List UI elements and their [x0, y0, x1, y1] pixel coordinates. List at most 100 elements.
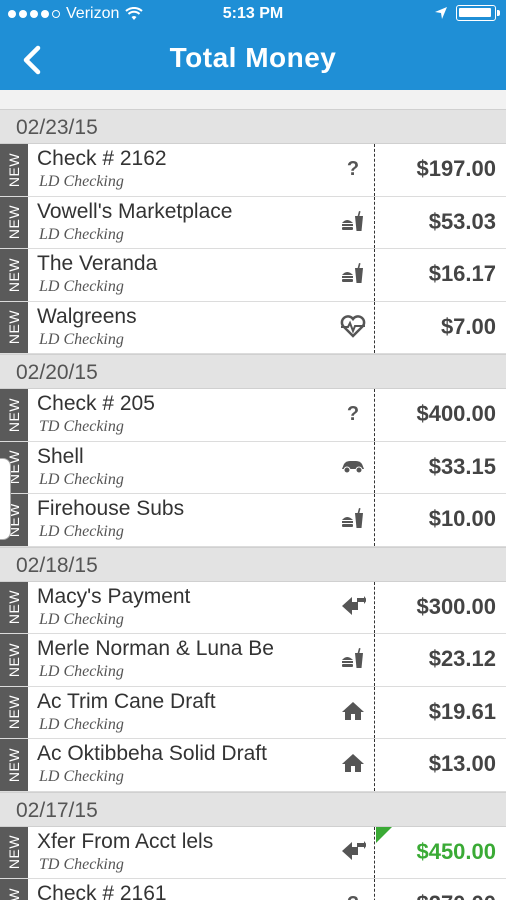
new-badge-label: NEW [6, 888, 22, 900]
transaction-amount: $23.12 [428, 646, 496, 671]
health-icon[interactable] [338, 314, 368, 342]
new-badge-label: NEW [6, 310, 22, 345]
payee-name: Walgreens [37, 304, 137, 328]
transaction-amount: $53.03 [428, 208, 496, 234]
transaction-amount: $13.00 [428, 751, 496, 776]
dashed-divider [374, 249, 375, 301]
new-badge: NEW [0, 634, 28, 686]
dashed-divider [374, 144, 375, 196]
transaction-amount: $16.17 [428, 261, 496, 286]
transaction-row[interactable]: NEW Walgreens LD Checking $7.00 [0, 301, 506, 354]
svg-text:?: ? [347, 158, 359, 180]
new-badge-label: NEW [6, 695, 22, 730]
flag-corner-icon [376, 826, 392, 843]
payee-name: The Veranda [37, 252, 158, 275]
page-title: Total Money [169, 42, 337, 73]
transaction-row[interactable]: NEW Firehouse Subs LD Checking $10.00 [0, 494, 506, 547]
account-name: LD Checking [39, 225, 124, 243]
home-icon[interactable] [338, 751, 368, 779]
location-icon [435, 7, 447, 19]
new-badge-label: NEW [6, 257, 22, 292]
new-badge: NEW [0, 879, 28, 900]
dashed-divider [374, 196, 375, 248]
new-badge: NEW [0, 389, 28, 441]
date-header: 02/23/15 [0, 109, 506, 144]
account-name: LD Checking [39, 715, 124, 733]
food-icon[interactable] [338, 261, 368, 289]
dashed-divider [374, 441, 375, 493]
home-icon[interactable] [338, 699, 368, 727]
transaction-row[interactable]: NEW Check # 205 TD Checking? $400.00 [0, 389, 506, 442]
car-icon[interactable] [338, 454, 368, 482]
question-icon[interactable]: ? [338, 891, 368, 900]
dashed-divider [374, 826, 375, 878]
dashed-divider [374, 301, 375, 353]
food-icon[interactable] [338, 209, 368, 237]
payee-name: Ac Trim Cane Draft [37, 689, 216, 713]
new-badge-label: NEW [6, 397, 22, 432]
payee-name: Macy's Payment [37, 584, 191, 608]
account-name: LD Checking [39, 278, 124, 295]
new-badge: NEW [0, 249, 28, 301]
payee-name: Check # 2161 [37, 882, 167, 900]
account-name: LD Checking [39, 173, 124, 190]
transaction-row[interactable]: NEW Macy's Payment LD Checking $300.00 [0, 581, 506, 634]
transaction-row[interactable]: NEW Vowell's Marketplace LD Checking $53.03 [0, 196, 506, 249]
status-time: 5:13 PM [222, 5, 284, 22]
transfer-icon[interactable] [338, 839, 368, 867]
date-header: 02/20/15 [0, 354, 506, 389]
account-name: LD Checking [39, 610, 124, 628]
transaction-amount: $450.00 [416, 838, 496, 864]
transaction-amount: $400.00 [416, 401, 496, 426]
food-icon[interactable] [338, 506, 368, 534]
dashed-divider [374, 739, 375, 791]
dashed-divider [374, 879, 375, 900]
transaction-row[interactable]: NEW Ac Trim Cane Draft LD Checking $19.61 [0, 686, 506, 739]
new-badge: NEW [0, 144, 28, 196]
dashed-divider [374, 634, 375, 686]
new-badge: NEW [0, 581, 28, 633]
dashed-divider [374, 389, 375, 441]
transaction-list[interactable]: 02/23/15 NEW Check # 2162 LD Checking? $197.… [0, 90, 506, 900]
payee-name: Ac Oktibbeha Solid Draft [37, 742, 267, 765]
transaction-row[interactable]: NEW Merle Norman & Luna Be LD Checking $23.… [0, 634, 506, 687]
new-badge-label: NEW [6, 152, 22, 187]
account-name: LD Checking [39, 470, 124, 488]
new-badge: NEW [0, 739, 28, 791]
question-icon[interactable]: ? [338, 401, 368, 429]
payee-name: Check # 205 [37, 392, 155, 415]
payee-name: Firehouse Subs [37, 497, 185, 520]
new-badge: NEW [0, 301, 28, 353]
transfer-icon[interactable] [338, 594, 368, 622]
payee-name: Check # 2162 [37, 147, 167, 170]
transaction-row[interactable]: NEW Ac Oktibbeha Solid Draft LD Checking $1… [0, 739, 506, 792]
payee-name: Vowell's Marketplace [37, 199, 233, 223]
dashed-divider [374, 686, 375, 738]
transaction-amount: $7.00 [440, 313, 496, 339]
new-badge: NEW [0, 826, 28, 878]
question-icon[interactable]: ? [338, 156, 368, 184]
status-bar: Verizon 5:13 PM [0, 0, 506, 28]
date-header: 02/18/15 [0, 546, 506, 582]
transaction-row[interactable]: NEWCheck # 2161LD Checking?$270.00 [0, 879, 506, 900]
battery-icon [456, 5, 500, 21]
food-icon[interactable] [338, 646, 368, 674]
account-name: LD Checking [39, 663, 124, 680]
transaction-amount: $270.00 [416, 891, 496, 900]
dashed-divider [374, 581, 375, 633]
drawer-handle[interactable] [0, 458, 11, 540]
account-name: LD Checking [39, 330, 124, 348]
svg-text:?: ? [347, 893, 359, 900]
transaction-amount: $197.00 [416, 156, 496, 181]
account-name: TD Checking [39, 855, 124, 873]
account-name: LD Checking [39, 768, 124, 785]
new-badge: NEW [0, 196, 28, 248]
date-header: 02/17/15 [0, 791, 506, 827]
transaction-row[interactable]: NEW Check # 2162 LD Checking? $197.00 [0, 144, 506, 197]
transaction-row[interactable]: NEW Xfer From Acct lels TD Checking $450.00 [0, 826, 506, 879]
new-badge: NEW [0, 686, 28, 738]
payee-name: Xfer From Acct lels [37, 829, 214, 853]
transaction-row[interactable]: NEW Shell LD Checking $33.15 [0, 441, 506, 494]
list-top-gap [0, 90, 506, 109]
transaction-row[interactable]: NEW The Veranda LD Checking $16.17 [0, 249, 506, 302]
